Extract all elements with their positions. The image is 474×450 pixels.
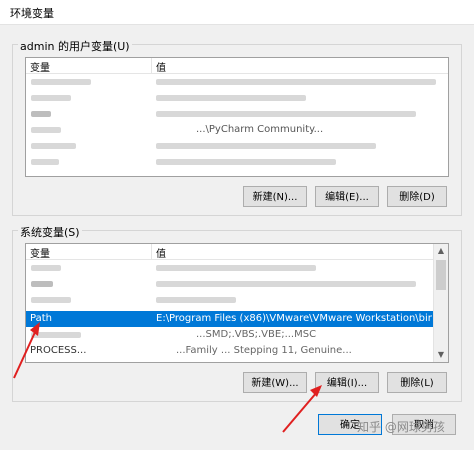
- annotation-arrows: [13, 322, 322, 433]
- annotation-arrow-edit-icon: [282, 385, 322, 433]
- annotation-arrow-path-icon: [13, 322, 40, 379]
